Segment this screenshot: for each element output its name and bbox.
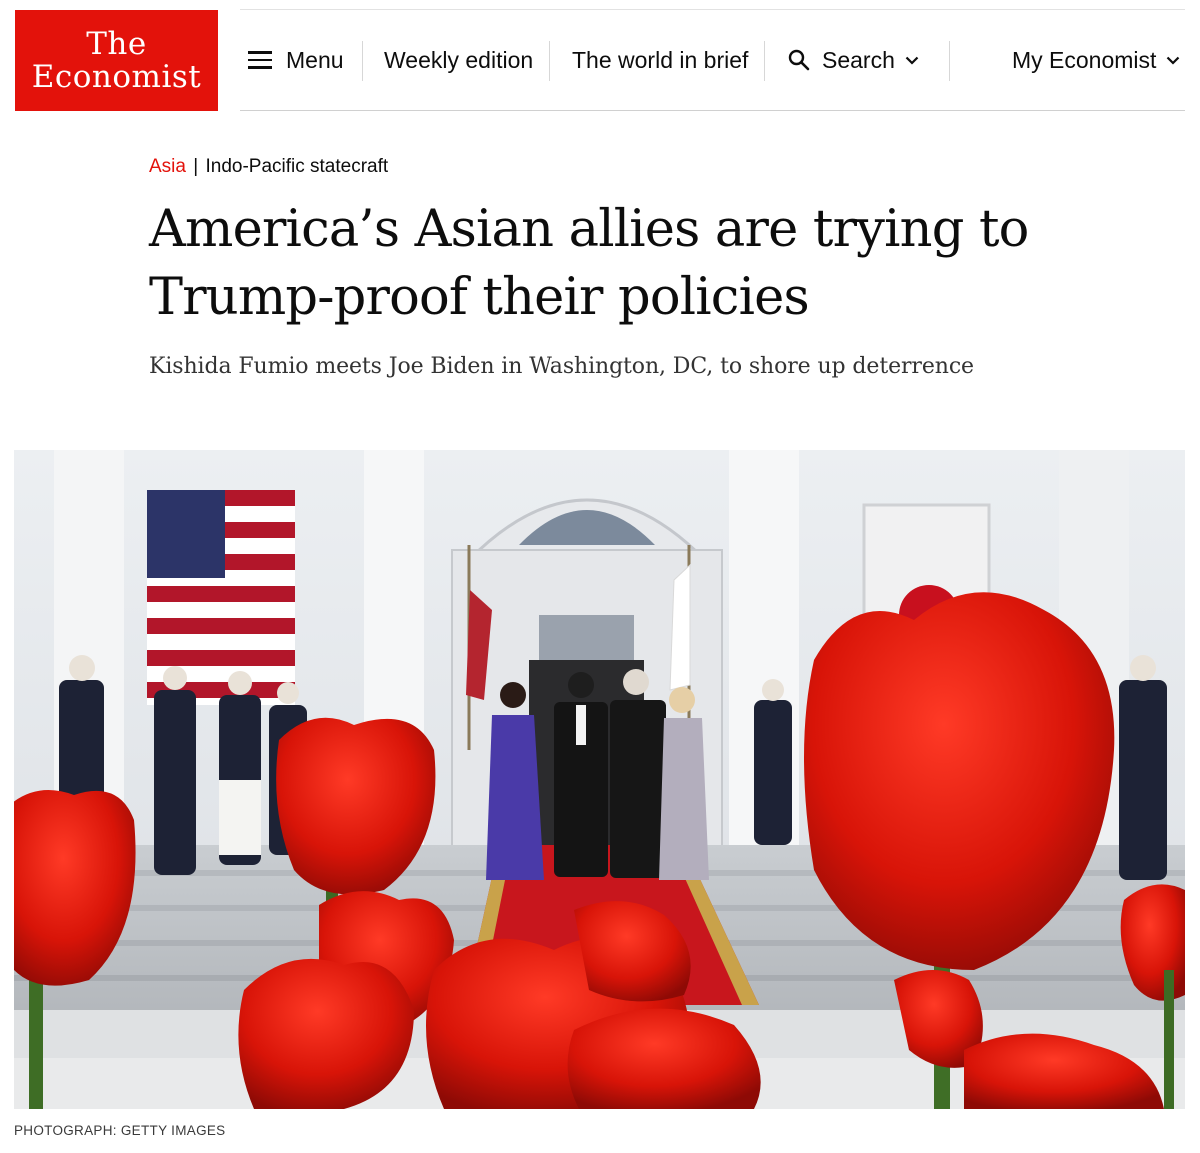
my-economist-label: My Economist <box>1012 46 1157 73</box>
nav-divider <box>764 41 765 81</box>
section-link[interactable]: Asia <box>149 156 186 177</box>
weekly-edition-label: Weekly edition <box>384 46 534 73</box>
rubric-label: Indo-Pacific statecraft <box>205 156 389 177</box>
search-button[interactable]: Search <box>788 10 919 110</box>
rubric-separator: | <box>193 156 199 177</box>
my-economist-button[interactable]: My Economist <box>1012 10 1180 110</box>
main-navigation: Menu Weekly edition The world in brief S… <box>240 10 1185 110</box>
state-dinner-photo-illustration <box>14 450 1185 1109</box>
header-bottom-rule <box>240 110 1185 111</box>
nav-divider <box>362 41 363 81</box>
chevron-down-icon <box>905 56 919 65</box>
article-standfirst: Kishida Fumio meets Joe Biden in Washing… <box>149 354 974 379</box>
menu-button[interactable]: Menu <box>248 10 344 110</box>
hamburger-icon <box>248 51 272 69</box>
lead-photograph <box>14 450 1185 1109</box>
economist-logo[interactable]: The Economist <box>15 10 218 111</box>
nav-divider <box>949 41 950 81</box>
weekly-edition-link[interactable]: Weekly edition <box>384 10 533 110</box>
logo-line-2: Economist <box>31 58 202 95</box>
logo-line-1: The <box>86 25 147 62</box>
couple-right <box>610 669 709 880</box>
article-rubric: Asia | Indo-Pacific statecraft <box>149 156 388 178</box>
chevron-down-icon <box>1167 56 1180 65</box>
photo-credit: PHOTOGRAPH: GETTY IMAGES <box>14 1123 226 1138</box>
world-in-brief-label: The world in brief <box>572 46 749 73</box>
nav-divider <box>549 41 550 81</box>
search-icon <box>788 49 810 71</box>
search-label: Search <box>822 46 895 73</box>
world-in-brief-link[interactable]: The world in brief <box>572 10 748 110</box>
article-headline: America’s Asian allies are trying to Tru… <box>149 200 1029 327</box>
menu-label: Menu <box>286 46 344 73</box>
